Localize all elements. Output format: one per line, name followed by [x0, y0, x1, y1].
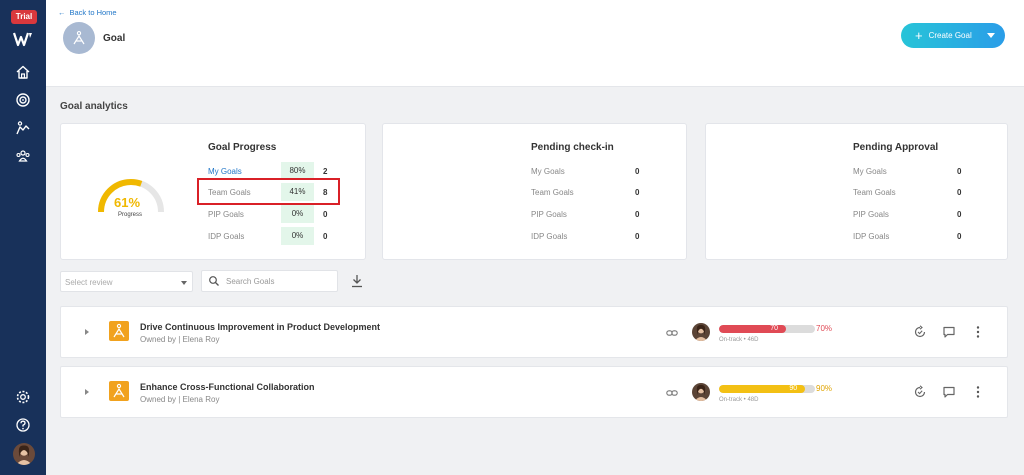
plus-icon: + [915, 28, 923, 43]
sidebar: Trial [0, 0, 46, 475]
goal-status: On-track • 46D [719, 337, 759, 343]
page-header: ← Back to Home Goal + Create Goal [46, 0, 1024, 87]
goal-type-icon [109, 381, 129, 401]
goal-row[interactable]: Drive Continuous Improvement in Product … [60, 306, 1008, 358]
back-to-home-link[interactable]: ← Back to Home [58, 8, 117, 17]
owner-avatar[interactable] [692, 383, 710, 401]
more-options-icon[interactable] [971, 325, 985, 339]
idp-goals-count: 0 [323, 232, 328, 241]
checkin-pip-goals-count: 0 [635, 210, 640, 219]
approval-team-goals-label[interactable]: Team Goals [853, 188, 896, 197]
people-icon[interactable] [15, 148, 31, 164]
comment-icon[interactable] [942, 325, 956, 339]
idp-goals-label[interactable]: IDP Goals [208, 232, 244, 241]
approval-my-goals-count: 0 [957, 167, 962, 176]
link-icon[interactable] [666, 327, 678, 339]
check-in-icon[interactable] [913, 385, 927, 399]
gauge-label: Progress [118, 212, 143, 218]
approval-idp-goals-label[interactable]: IDP Goals [853, 232, 889, 241]
idp-goals-pct: 0% [281, 227, 314, 245]
progress-value: 70 [770, 325, 778, 332]
target-value: 90% [816, 384, 833, 393]
approval-idp-goals-count: 0 [957, 232, 962, 241]
gauge-value: 61% [114, 195, 141, 210]
app-logo-icon[interactable] [12, 30, 34, 48]
approval-team-goals-count: 0 [957, 188, 962, 197]
back-link-label: Back to Home [69, 8, 117, 17]
caret-down-icon [181, 281, 187, 285]
select-review-placeholder: Select review [65, 278, 113, 287]
goal-status: On-track • 48D [719, 397, 759, 403]
checkin-my-goals-count: 0 [635, 167, 640, 176]
goal-person-icon [73, 31, 85, 45]
more-options-icon[interactable] [971, 385, 985, 399]
expand-arrow-icon[interactable] [85, 329, 89, 335]
home-icon[interactable] [15, 64, 31, 80]
select-review-dropdown[interactable]: Select review [60, 271, 193, 292]
goal-progress-title: Goal Progress [208, 142, 277, 153]
pip-goals-label[interactable]: PIP Goals [208, 210, 244, 219]
pending-checkin-title: Pending check-in [531, 142, 614, 153]
create-goal-button[interactable]: + Create Goal [901, 23, 1005, 48]
approval-pip-goals-count: 0 [957, 210, 962, 219]
my-goals-count: 2 [323, 167, 328, 176]
goal-name[interactable]: Enhance Cross-Functional Collaboration [140, 382, 315, 392]
search-input[interactable] [226, 276, 326, 286]
progress-value: 90 [789, 385, 798, 392]
search-icon [209, 276, 219, 286]
approval-pip-goals-label[interactable]: PIP Goals [853, 210, 889, 219]
pip-goals-pct: 0% [281, 205, 314, 223]
checkin-idp-goals-count: 0 [635, 232, 640, 241]
comment-icon[interactable] [942, 385, 956, 399]
caret-down-icon[interactable] [987, 33, 995, 38]
settings-icon[interactable] [15, 389, 31, 405]
trial-badge: Trial [11, 10, 37, 24]
checkin-team-goals-count: 0 [635, 188, 640, 197]
pending-approval-title: Pending Approval [853, 142, 939, 153]
help-icon[interactable] [15, 417, 31, 433]
create-goal-label: Create Goal [928, 31, 972, 40]
checkin-team-goals-label[interactable]: Team Goals [531, 188, 574, 197]
goal-type-icon [109, 321, 129, 341]
user-avatar[interactable] [13, 443, 35, 465]
checkin-my-goals-label[interactable]: My Goals [531, 167, 565, 176]
team-goals-highlight [197, 178, 340, 205]
goal-owner: Owned by | Elena Roy [140, 335, 220, 344]
goal-avatar [63, 22, 95, 54]
page-title: Goal [103, 33, 126, 44]
download-icon[interactable] [350, 274, 364, 288]
arrow-left-icon: ← [58, 8, 66, 17]
expand-arrow-icon[interactable] [85, 389, 89, 395]
link-icon[interactable] [666, 387, 678, 399]
target-icon[interactable] [15, 92, 31, 108]
checkin-pip-goals-label[interactable]: PIP Goals [531, 210, 567, 219]
owner-avatar[interactable] [692, 323, 710, 341]
goal-icon[interactable] [15, 120, 31, 136]
goal-owner: Owned by | Elena Roy [140, 395, 220, 404]
progress-bar: 70 [719, 325, 815, 333]
goal-name[interactable]: Drive Continuous Improvement in Product … [140, 322, 380, 332]
goal-row[interactable]: Enhance Cross-Functional Collaboration O… [60, 366, 1008, 418]
progress-bar: 90 [719, 385, 815, 393]
approval-my-goals-label[interactable]: My Goals [853, 167, 887, 176]
target-value: 70% [816, 324, 833, 333]
my-goals-link[interactable]: My Goals [208, 167, 242, 176]
checkin-idp-goals-label[interactable]: IDP Goals [531, 232, 567, 241]
check-in-icon[interactable] [913, 325, 927, 339]
section-title: Goal analytics [60, 101, 128, 112]
pip-goals-count: 0 [323, 210, 328, 219]
search-box[interactable] [201, 270, 338, 292]
